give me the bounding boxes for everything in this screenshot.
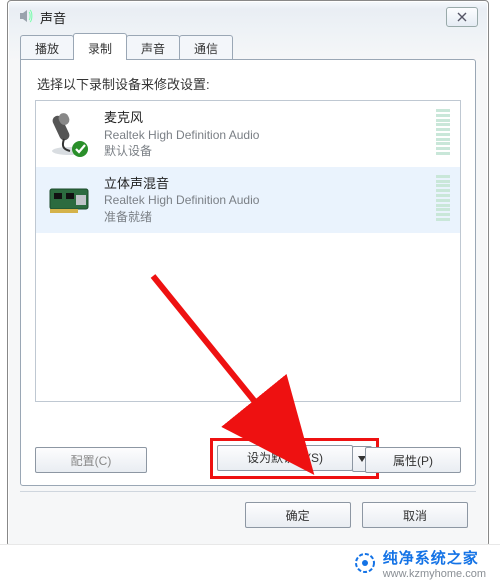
watermark-bar: 纯净系统之家 www.kzmyhome.com <box>0 544 500 581</box>
close-icon <box>455 12 469 22</box>
sound-dialog: 声音 播放 录制 声音 通信 选择以下录制设备来修改设置: <box>7 0 489 547</box>
watermark-text: 纯净系统之家 www.kzmyhome.com <box>383 547 486 580</box>
tab-sounds[interactable]: 声音 <box>126 35 180 60</box>
speaker-icon <box>18 8 34 24</box>
device-info: 立体声混音 Realtek High Definition Audio 准备就绪 <box>104 175 430 225</box>
tab-playback[interactable]: 播放 <box>20 35 74 60</box>
panel-prompt: 选择以下录制设备来修改设置: <box>37 74 210 93</box>
highlight-box: 设为默认值(S) <box>210 438 379 480</box>
device-info: 麦克风 Realtek High Definition Audio 默认设备 <box>104 109 430 159</box>
device-name: 立体声混音 <box>104 175 430 193</box>
set-default-button[interactable]: 设为默认值(S) <box>217 445 353 471</box>
device-driver: Realtek High Definition Audio <box>104 192 430 208</box>
configure-button[interactable]: 配置(C) <box>35 447 147 473</box>
device-status: 准备就绪 <box>104 209 430 225</box>
watermark-brand: 纯净系统之家 <box>383 547 486 568</box>
watermark-logo-icon <box>355 553 375 573</box>
panel-button-row: 配置(C) 设为默认值(S) 属性(P) <box>35 443 461 473</box>
level-meter <box>436 175 450 221</box>
device-name: 麦克风 <box>104 109 430 127</box>
device-microphone[interactable]: 麦克风 Realtek High Definition Audio 默认设备 <box>36 101 460 167</box>
tab-strip: 播放 录制 声音 通信 <box>20 34 476 60</box>
device-driver: Realtek High Definition Audio <box>104 127 430 143</box>
level-meter <box>436 109 450 155</box>
close-button[interactable] <box>446 7 478 27</box>
record-panel: 选择以下录制设备来修改设置: 麦克风 <box>20 59 476 486</box>
cancel-button[interactable]: 取消 <box>362 502 468 528</box>
tab-record[interactable]: 录制 <box>73 33 127 60</box>
ok-button[interactable]: 确定 <box>245 502 351 528</box>
device-stereo-mix[interactable]: 立体声混音 Realtek High Definition Audio 准备就绪 <box>36 167 460 233</box>
microphone-icon <box>46 109 94 157</box>
tab-comm[interactable]: 通信 <box>179 35 233 60</box>
title-bar: 声音 <box>8 1 488 31</box>
device-status: 默认设备 <box>104 143 430 159</box>
window-title: 声音 <box>40 8 66 27</box>
watermark-url: www.kzmyhome.com <box>383 568 486 580</box>
soundcard-icon <box>46 175 94 223</box>
dialog-button-row: 确定 取消 <box>20 491 476 534</box>
properties-button[interactable]: 属性(P) <box>365 447 461 473</box>
device-list[interactable]: 麦克风 Realtek High Definition Audio 默认设备 <box>35 100 461 402</box>
